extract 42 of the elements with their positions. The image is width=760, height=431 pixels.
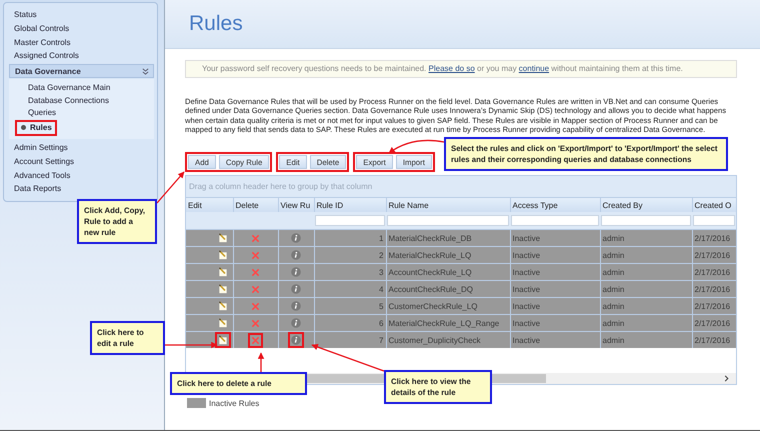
table-cell: 3 [314,264,386,281]
table-cell: Inactive [510,264,600,281]
table-cell: 5 [314,298,386,315]
notice-text: or you may [476,64,518,73]
table-cell: 6 [314,314,386,332]
table-cell: 2/17/2016 [692,314,736,332]
table-cell: Inactive [510,298,600,315]
table-cell: 2/17/2016 [692,246,736,264]
table-cell: admin [600,298,692,315]
table-cell: MaterialCheckRule_DB [386,230,510,247]
table-cell: 2/17/2016 [692,280,736,298]
table-cell: AccountCheckRule_LQ [386,264,510,281]
table-cell: admin [600,280,692,298]
table-cell: 4 [314,280,386,298]
table-cell: 2 [314,246,386,264]
table-cell: admin [600,246,692,264]
nav-group-label: Data Governance [15,66,81,76]
table-cell: Inactive [510,332,600,348]
notice-text: without maintaining them at this time. [550,64,683,73]
table-cell: 2/17/2016 [692,298,736,315]
table-cell: 1 [314,230,386,247]
table-cell: admin [600,332,692,348]
table-cell: AccountCheckRule_DQ [386,280,510,298]
page-title: Rules [189,12,243,36]
group-hint: Drag a column header here to group by that column [189,182,372,192]
table-cell: admin [600,230,692,247]
table-cell: Customer_DuplicityCheck [386,332,510,348]
table-cell: MaterialCheckRule_LQ [386,246,510,264]
table-cell: 7 [314,332,386,348]
table-cell: 2/17/2016 [692,332,736,348]
table-cell: Inactive [510,280,600,298]
table-cell: 2/17/2016 [692,264,736,281]
table-cell: 2/17/2016 [692,230,736,247]
table-cell: admin [600,314,692,332]
table-cell: Inactive [510,314,600,332]
legend-label: Inactive Rules [209,398,260,408]
notice-text: Your password self recovery questions needs to be maintained. [202,64,428,73]
table-cell: Inactive [510,230,600,247]
table-cell: admin [600,264,692,281]
table-cell: CustomerCheckRule_LQ [386,298,510,315]
table-cell: Inactive [510,246,600,264]
table-cell: MaterialCheckRule_LQ_Range [386,314,510,332]
